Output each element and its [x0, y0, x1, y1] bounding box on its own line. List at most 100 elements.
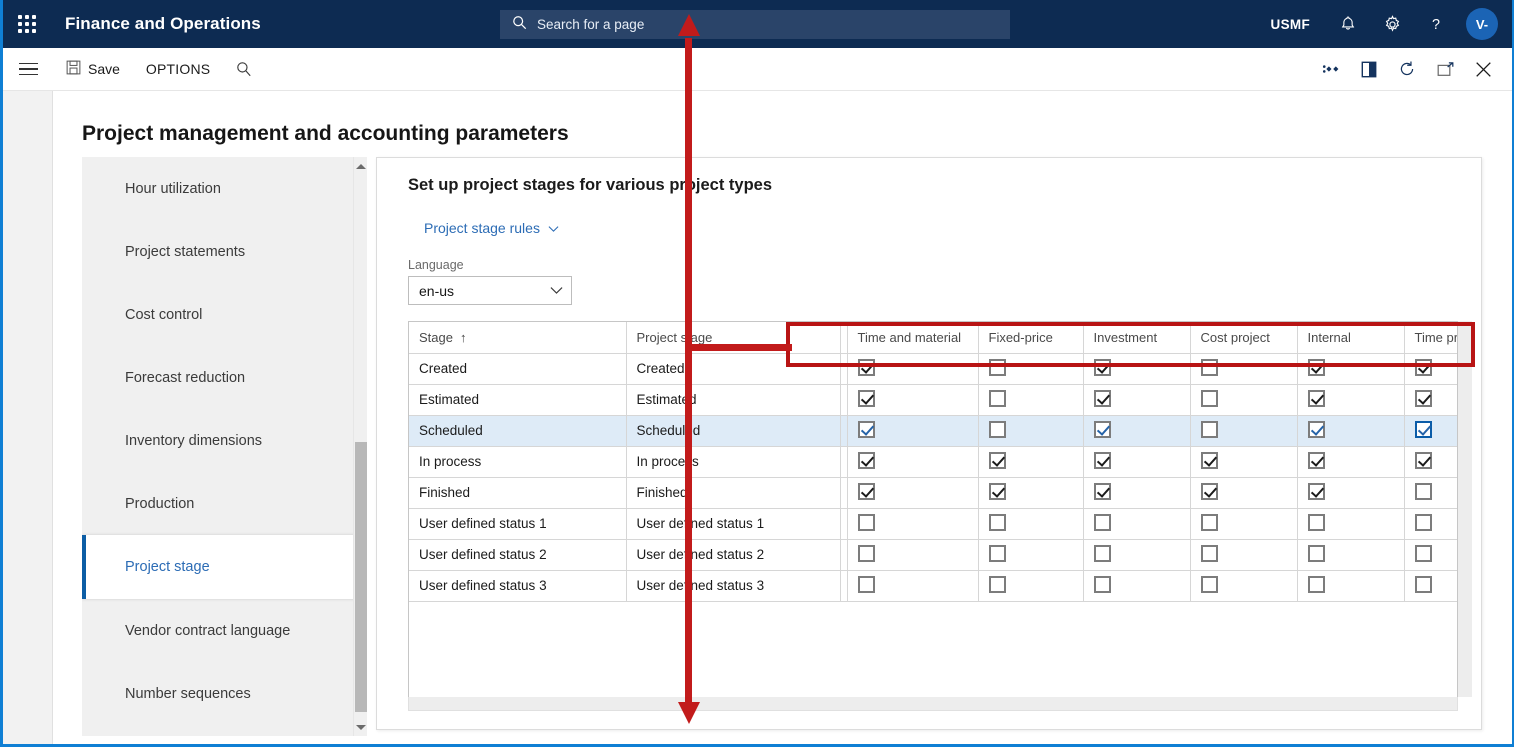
- table-row[interactable]: User defined status 1 User defined status…: [409, 508, 1457, 540]
- checkbox-time-project[interactable]: [1414, 513, 1432, 531]
- checkbox-internal[interactable]: [1307, 451, 1325, 469]
- checkbox-internal[interactable]: [1307, 513, 1325, 531]
- table-row[interactable]: In process In process: [409, 446, 1457, 478]
- sidebar-item-number-sequences[interactable]: Number sequences: [82, 662, 367, 725]
- cell-time-and-material[interactable]: [847, 539, 979, 571]
- cell-project-stage[interactable]: Scheduled: [626, 415, 841, 447]
- notifications-bell-icon[interactable]: [1326, 0, 1370, 48]
- cell-fixed-price[interactable]: [978, 508, 1084, 540]
- cell-stage[interactable]: User defined status 2: [409, 539, 627, 571]
- cell-time-project[interactable]: [1404, 415, 1457, 447]
- cell-fixed-price[interactable]: [978, 353, 1084, 385]
- popout-icon[interactable]: [1426, 48, 1464, 91]
- cell-project-stage[interactable]: In process: [626, 446, 841, 478]
- sidebar-scroll-up-icon[interactable]: [354, 159, 367, 173]
- grid-column-header-project_stage[interactable]: Project stage: [626, 322, 841, 354]
- checkbox-internal[interactable]: [1307, 575, 1325, 593]
- checkbox-cost-project[interactable]: [1200, 389, 1218, 407]
- sidebar-scrollbar[interactable]: [353, 157, 367, 736]
- cell-time-project[interactable]: [1404, 446, 1457, 478]
- cell-stage[interactable]: User defined status 3: [409, 570, 627, 602]
- cell-fixed-price[interactable]: [978, 415, 1084, 447]
- checkbox-internal[interactable]: [1307, 389, 1325, 407]
- cell-internal[interactable]: [1297, 539, 1405, 571]
- cell-cost-project[interactable]: [1190, 539, 1298, 571]
- app-launcher-icon[interactable]: [3, 0, 51, 48]
- refresh-icon[interactable]: [1388, 48, 1426, 91]
- checkbox-cost-project[interactable]: [1200, 358, 1218, 376]
- user-avatar[interactable]: V-: [1466, 8, 1498, 40]
- grid-vertical-scrollbar[interactable]: [1458, 321, 1472, 697]
- cell-time-and-material[interactable]: [847, 415, 979, 447]
- cell-fixed-price[interactable]: [978, 446, 1084, 478]
- cell-time-and-material[interactable]: [847, 508, 979, 540]
- grid-column-header-fixed_price[interactable]: Fixed-price: [978, 322, 1084, 354]
- cell-stage[interactable]: Estimated: [409, 384, 627, 416]
- cell-project-stage[interactable]: User defined status 3: [626, 570, 841, 602]
- sidebar-item-project-statements[interactable]: Project statements: [82, 220, 367, 283]
- checkbox-time-project[interactable]: [1414, 482, 1432, 500]
- checkbox-fixed-price[interactable]: [988, 513, 1006, 531]
- checkbox-fixed-price[interactable]: [988, 482, 1006, 500]
- sidebar-item-production[interactable]: Production: [82, 472, 367, 535]
- sidebar-scrollbar-thumb[interactable]: [355, 442, 367, 712]
- checkbox-fixed-price[interactable]: [988, 389, 1006, 407]
- cell-time-and-material[interactable]: [847, 353, 979, 385]
- hamburger-menu-icon[interactable]: [3, 48, 53, 91]
- cell-time-project[interactable]: [1404, 508, 1457, 540]
- cell-project-stage[interactable]: User defined status 2: [626, 539, 841, 571]
- cell-project-stage[interactable]: Estimated: [626, 384, 841, 416]
- help-question-icon[interactable]: ?: [1414, 0, 1458, 48]
- checkbox-internal[interactable]: [1307, 482, 1325, 500]
- save-button[interactable]: Save: [53, 48, 133, 91]
- checkbox-fixed-price[interactable]: [988, 544, 1006, 562]
- checkbox-internal[interactable]: [1307, 544, 1325, 562]
- checkbox-investment[interactable]: [1093, 420, 1111, 438]
- grid-horizontal-scrollbar[interactable]: [408, 697, 1458, 711]
- cell-internal[interactable]: [1297, 446, 1405, 478]
- cell-cost-project[interactable]: [1190, 446, 1298, 478]
- cell-time-and-material[interactable]: [847, 477, 979, 509]
- grid-column-header-time_and_material[interactable]: Time and material: [847, 322, 979, 354]
- project-stage-rules-link[interactable]: Project stage rules: [424, 220, 559, 236]
- checkbox-investment[interactable]: [1093, 358, 1111, 376]
- table-row[interactable]: Estimated Estimated: [409, 384, 1457, 416]
- cell-investment[interactable]: [1083, 477, 1191, 509]
- checkbox-fixed-price[interactable]: [988, 451, 1006, 469]
- checkbox-investment[interactable]: [1093, 451, 1111, 469]
- sidebar-item-hour-utilization[interactable]: Hour utilization: [82, 157, 367, 220]
- cell-cost-project[interactable]: [1190, 570, 1298, 602]
- checkbox-time-project[interactable]: [1414, 420, 1432, 438]
- checkbox-cost-project[interactable]: [1200, 513, 1218, 531]
- cell-internal[interactable]: [1297, 508, 1405, 540]
- cell-stage[interactable]: In process: [409, 446, 627, 478]
- checkbox-cost-project[interactable]: [1200, 420, 1218, 438]
- cell-cost-project[interactable]: [1190, 353, 1298, 385]
- grid-column-header-cost_project[interactable]: Cost project: [1190, 322, 1298, 354]
- cell-internal[interactable]: [1297, 353, 1405, 385]
- attachments-icon[interactable]: [1312, 48, 1350, 91]
- sidebar-item-project-stage[interactable]: Project stage: [82, 535, 367, 599]
- checkbox-cost-project[interactable]: [1200, 575, 1218, 593]
- checkbox-internal[interactable]: [1307, 420, 1325, 438]
- grid-column-header-investment[interactable]: Investment: [1083, 322, 1191, 354]
- checkbox-investment[interactable]: [1093, 482, 1111, 500]
- checkbox-time-project[interactable]: [1414, 544, 1432, 562]
- checkbox-investment[interactable]: [1093, 575, 1111, 593]
- global-search-input[interactable]: Search for a page: [500, 10, 1010, 39]
- checkbox-time-and-material[interactable]: [857, 482, 875, 500]
- table-row[interactable]: User defined status 2 User defined status…: [409, 539, 1457, 571]
- checkbox-time-and-material[interactable]: [857, 420, 875, 438]
- checkbox-time-project[interactable]: [1414, 389, 1432, 407]
- checkbox-time-and-material[interactable]: [857, 358, 875, 376]
- checkbox-time-and-material[interactable]: [857, 575, 875, 593]
- grid-column-header-time_project[interactable]: Time project: [1404, 322, 1457, 354]
- sidebar-item-vendor-contract-language[interactable]: Vendor contract language: [82, 599, 367, 662]
- sidebar-scroll-down-icon[interactable]: [354, 720, 367, 734]
- cell-fixed-price[interactable]: [978, 539, 1084, 571]
- checkbox-internal[interactable]: [1307, 358, 1325, 376]
- cell-stage[interactable]: Scheduled: [409, 415, 627, 447]
- checkbox-fixed-price[interactable]: [988, 575, 1006, 593]
- table-row[interactable]: User defined status 3 User defined status…: [409, 570, 1457, 602]
- cell-investment[interactable]: [1083, 508, 1191, 540]
